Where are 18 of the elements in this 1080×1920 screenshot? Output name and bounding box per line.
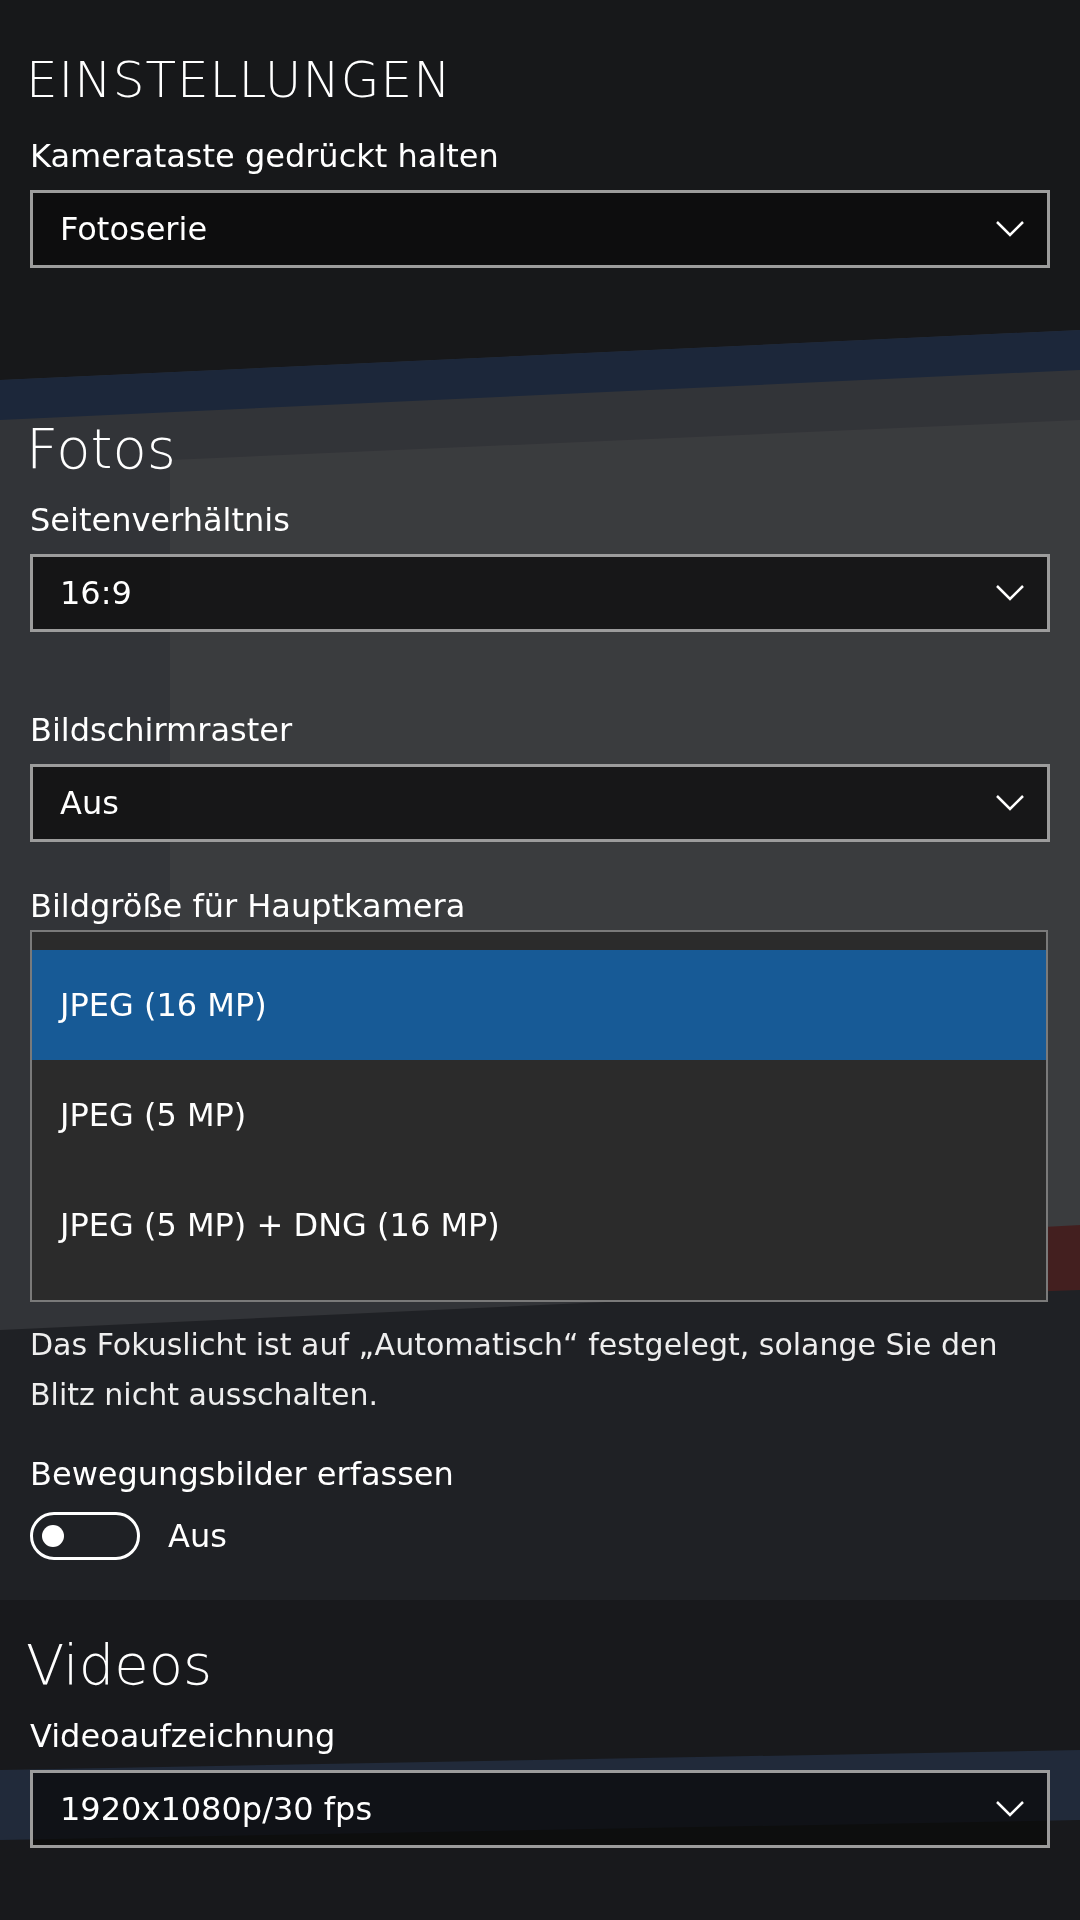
dropdown[interactable]: Fotoserie bbox=[30, 190, 1050, 268]
dropdown[interactable]: 1920x1080p/30 fps bbox=[30, 1770, 1050, 1848]
section-heading: Fotos bbox=[26, 415, 177, 483]
info-text: Das Fokuslicht ist auf „Automatisch“ festgelegt, solange Sie den Blitz nicht ausschalten. bbox=[30, 1326, 999, 1414]
page-title: EINSTELLUNGEN bbox=[26, 50, 453, 111]
setting-label: Videoaufzeichnung bbox=[30, 1716, 337, 1757]
section-heading: Videos bbox=[26, 1631, 214, 1699]
list-option[interactable]: JPEG (5 MP) + DNG (16 MP) bbox=[32, 1170, 1046, 1280]
list-option[interactable]: JPEG (5 MP) bbox=[32, 1060, 1046, 1170]
dropdown[interactable]: Aus bbox=[30, 764, 1050, 842]
setting-label: Bildgröße für Hauptkamera bbox=[30, 886, 467, 927]
setting-label: Seitenverhältnis bbox=[30, 500, 291, 541]
list-option[interactable]: JPEG (16 MP) bbox=[32, 950, 1046, 1060]
setting-label: Bildschirmraster bbox=[30, 710, 294, 751]
dropdown[interactable]: 16:9 bbox=[30, 554, 1050, 632]
setting-label: Bewegungsbilder erfassen bbox=[30, 1454, 455, 1495]
toggle-state: Aus bbox=[168, 1517, 227, 1555]
setting-label: Kamerataste gedrückt halten bbox=[30, 136, 500, 177]
